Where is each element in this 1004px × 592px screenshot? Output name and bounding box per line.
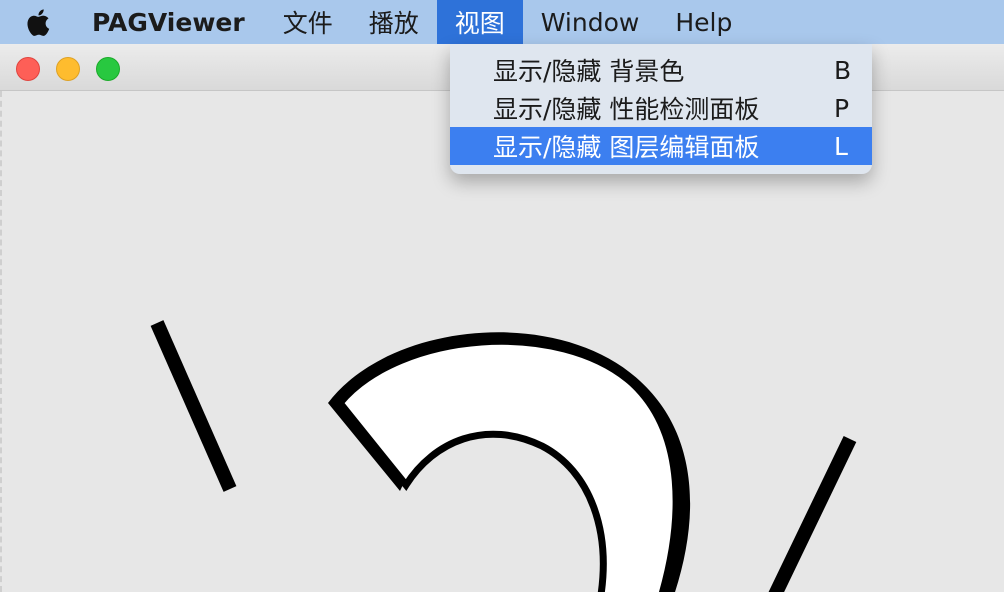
menu-item-toggle-performance-panel[interactable]: 显示/隐藏 性能检测面板 P (450, 89, 872, 127)
window-minimize-button[interactable] (56, 57, 80, 81)
menu-item-shortcut: P (834, 93, 850, 123)
right-slash-stroke (768, 435, 857, 592)
menu-help[interactable]: Help (657, 0, 750, 44)
menu-item-shortcut: B (834, 55, 852, 85)
menu-item-toggle-layer-edit-panel[interactable]: 显示/隐藏 图层编辑面板 L (450, 127, 872, 165)
menu-bar: PAGViewer 文件 播放 视图 Window Help (0, 0, 1004, 44)
window-close-button[interactable] (16, 57, 40, 81)
digit-face-shape (335, 337, 680, 592)
menu-item-toggle-background[interactable]: 显示/隐藏 背景色 B (450, 51, 872, 89)
menu-item-label: 显示/隐藏 性能检测面板 (493, 95, 760, 124)
menu-file[interactable]: 文件 (265, 0, 351, 44)
menu-playback[interactable]: 播放 (351, 0, 437, 44)
menu-item-label: 显示/隐藏 图层编辑面板 (493, 133, 760, 162)
left-slash-stroke (150, 320, 237, 492)
menu-view[interactable]: 视图 (436, 0, 523, 44)
menu-item-shortcut: L (834, 131, 848, 161)
view-menu-dropdown: 显示/隐藏 背景色 B 显示/隐藏 性能检测面板 P 显示/隐藏 图层编辑面板 … (450, 44, 872, 174)
menu-item-label: 显示/隐藏 背景色 (493, 57, 685, 86)
window-zoom-button[interactable] (96, 57, 120, 81)
menu-window[interactable]: Window (523, 0, 658, 44)
apple-logo-icon[interactable] (20, 4, 54, 40)
menu-app-name[interactable]: PAGViewer (82, 0, 265, 44)
